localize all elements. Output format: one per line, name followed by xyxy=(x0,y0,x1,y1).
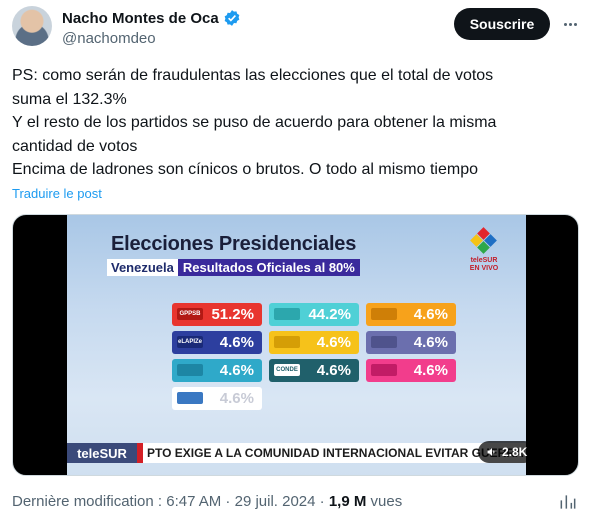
tweet-text: PS: como serán de fraudulentas las elecc… xyxy=(12,64,572,182)
party-logo xyxy=(274,308,300,320)
result-cell: eLAPIZe 4.6% xyxy=(172,331,262,354)
video-views-pill[interactable]: 2.8K xyxy=(478,441,535,463)
video-views-count: 2.8K xyxy=(502,445,528,459)
party-percentage: 44.2% xyxy=(308,306,351,323)
result-cell: 4.6% xyxy=(269,331,359,354)
result-cell: 4.6% xyxy=(366,359,456,382)
party-logo xyxy=(371,308,397,320)
result-cell: GPPSB 51.2% xyxy=(172,303,262,326)
party-percentage: 4.6% xyxy=(413,306,448,323)
party-percentage: 4.6% xyxy=(316,362,351,379)
party-percentage: 4.6% xyxy=(219,390,254,407)
result-cell: CONDE 4.6% xyxy=(269,359,359,382)
ticker-text: PTO EXIGE A LA COMUNIDAD INTERNACIONAL E… xyxy=(147,446,526,460)
party-logo: CONDE xyxy=(274,364,300,376)
author-avatar[interactable] xyxy=(12,6,52,46)
news-ticker: teleSUR PTO EXIGE A LA COMUNIDAD INTERNA… xyxy=(67,443,526,463)
play-audio-icon xyxy=(487,448,495,456)
telesur-logo-icon xyxy=(470,227,497,254)
party-logo: GPPSB xyxy=(177,308,203,320)
ticker-brand: teleSUR xyxy=(67,443,137,463)
tweet-line: Y el resto de los partidos se puso de ac… xyxy=(12,114,497,131)
result-cell: 4.6% xyxy=(366,303,456,326)
result-cell: 4.6% xyxy=(172,387,262,410)
result-cell: 4.6% xyxy=(172,359,262,382)
author-name-row[interactable]: Nacho Montes de Oca xyxy=(62,9,241,27)
party-percentage: 4.6% xyxy=(413,362,448,379)
party-logo xyxy=(177,392,203,404)
party-logo xyxy=(274,336,300,348)
video-frame[interactable]: Elecciones Presidenciales Venezuela Resu… xyxy=(67,215,526,475)
tweet-line: cantidad de votos xyxy=(12,137,138,155)
video-results-label: Resultados Oficiales al 80% xyxy=(177,259,360,276)
modified-timestamp[interactable]: Dernière modification : 6:47 AM · 29 jui… xyxy=(12,493,329,510)
channel-logo-text: teleSUR xyxy=(470,257,498,264)
party-logo: eLAPIZe xyxy=(177,336,203,348)
party-logo xyxy=(371,364,397,376)
party-percentage: 4.6% xyxy=(413,334,448,351)
party-logo xyxy=(371,336,397,348)
party-percentage: 4.6% xyxy=(316,334,351,351)
views-count: 1,9 M xyxy=(328,493,367,510)
live-tag: teleSUR EN VIVO xyxy=(464,257,504,273)
video-title: Elecciones Presidenciales xyxy=(111,233,357,255)
more-options-icon[interactable] xyxy=(558,14,582,34)
live-tag-text: EN VIVO xyxy=(469,265,499,272)
party-percentage: 4.6% xyxy=(219,334,254,351)
result-cell: 44.2% xyxy=(269,303,359,326)
post-meta: Dernière modification : 6:47 AM · 29 jui… xyxy=(12,493,402,510)
author-handle[interactable]: @nachomdeo xyxy=(62,30,156,47)
author-display-name[interactable]: Nacho Montes de Oca xyxy=(62,10,219,27)
subscribe-button[interactable]: Souscrire xyxy=(454,8,550,40)
video-subtitle: Venezuela Resultados Oficiales al 80% xyxy=(107,259,360,276)
tweet-line: PS: como serán de fraudulentas las elecc… xyxy=(12,67,494,84)
ticker-accent xyxy=(137,443,143,463)
party-logo xyxy=(177,364,203,376)
result-cell: 4.6% xyxy=(366,331,456,354)
verified-badge-icon xyxy=(224,10,240,26)
views-label: vues xyxy=(366,493,403,510)
video-player[interactable]: Elecciones Presidenciales Venezuela Resu… xyxy=(12,214,579,476)
video-country: Venezuela xyxy=(107,259,178,276)
translate-link[interactable]: Traduire le post xyxy=(12,186,102,201)
analytics-icon[interactable] xyxy=(558,492,578,512)
tweet-line: Encima de ladrones son cínicos o brutos.… xyxy=(12,161,478,178)
tweet-line: suma el 132.3% xyxy=(12,90,127,108)
party-percentage: 51.2% xyxy=(211,306,254,323)
party-percentage: 4.6% xyxy=(219,362,254,379)
